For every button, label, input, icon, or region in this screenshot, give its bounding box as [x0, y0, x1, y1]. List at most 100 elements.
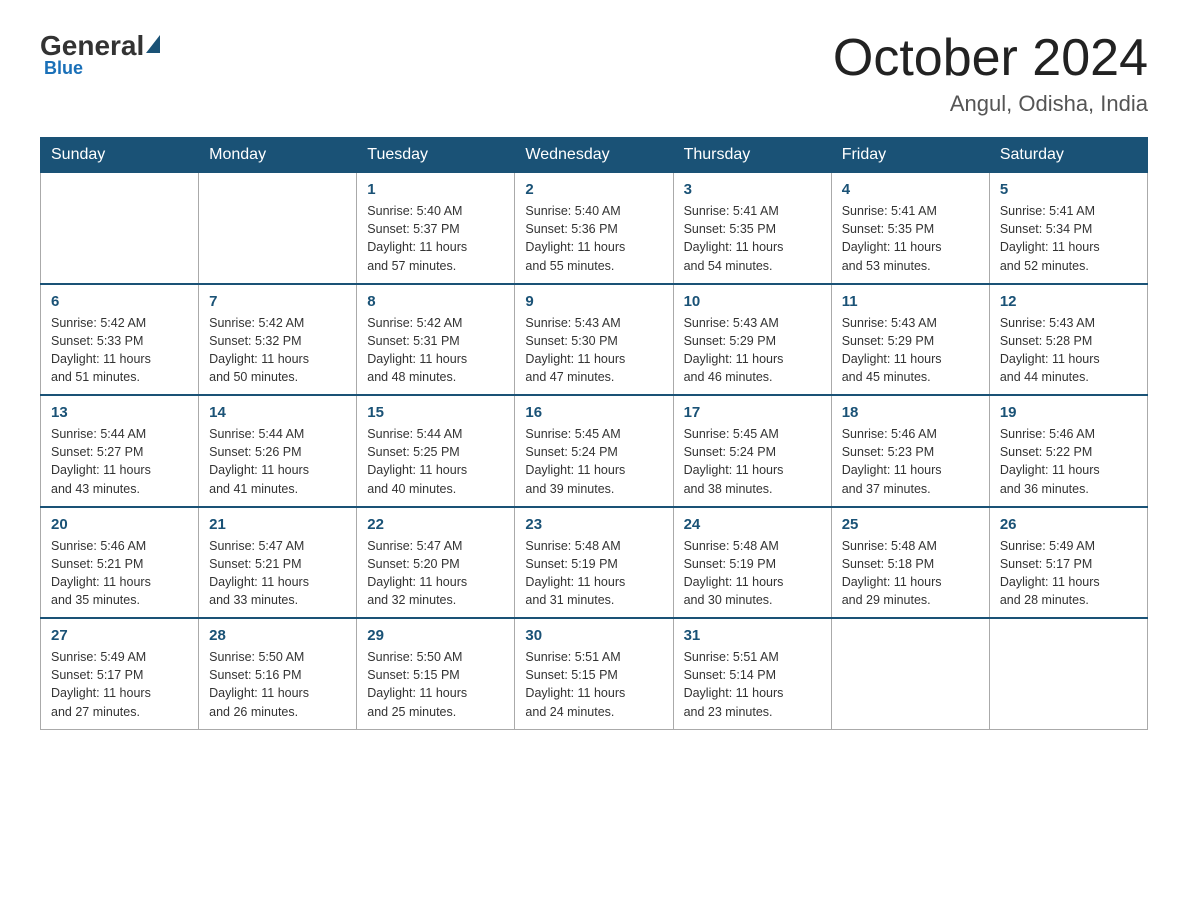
day-info: Sunrise: 5:50 AMSunset: 5:15 PMDaylight:…: [367, 650, 467, 718]
calendar-day-cell: [41, 173, 199, 284]
day-number: 18: [842, 404, 979, 421]
weekday-header-thursday: Thursday: [673, 138, 831, 173]
day-info: Sunrise: 5:44 AMSunset: 5:26 PMDaylight:…: [209, 427, 309, 495]
calendar-day-cell: 8 Sunrise: 5:42 AMSunset: 5:31 PMDaylight…: [357, 284, 515, 396]
day-number: 21: [209, 516, 346, 533]
day-number: 8: [367, 293, 504, 310]
weekday-header-tuesday: Tuesday: [357, 138, 515, 173]
calendar-day-cell: 28 Sunrise: 5:50 AMSunset: 5:16 PMDayligh…: [199, 618, 357, 729]
day-info: Sunrise: 5:51 AMSunset: 5:15 PMDaylight:…: [525, 650, 625, 718]
weekday-header-saturday: Saturday: [989, 138, 1147, 173]
day-info: Sunrise: 5:44 AMSunset: 5:27 PMDaylight:…: [51, 427, 151, 495]
day-info: Sunrise: 5:42 AMSunset: 5:32 PMDaylight:…: [209, 316, 309, 384]
calendar-day-cell: 1 Sunrise: 5:40 AMSunset: 5:37 PMDaylight…: [357, 173, 515, 284]
calendar-day-cell: [831, 618, 989, 729]
day-number: 6: [51, 293, 188, 310]
day-number: 5: [1000, 181, 1137, 198]
calendar-day-cell: 18 Sunrise: 5:46 AMSunset: 5:23 PMDayligh…: [831, 395, 989, 507]
calendar-day-cell: [989, 618, 1147, 729]
calendar-day-cell: 13 Sunrise: 5:44 AMSunset: 5:27 PMDayligh…: [41, 395, 199, 507]
day-info: Sunrise: 5:50 AMSunset: 5:16 PMDaylight:…: [209, 650, 309, 718]
logo-blue-text: Blue: [44, 58, 162, 79]
calendar-day-cell: 22 Sunrise: 5:47 AMSunset: 5:20 PMDayligh…: [357, 507, 515, 619]
logo: General Blue: [40, 30, 162, 79]
day-info: Sunrise: 5:46 AMSunset: 5:22 PMDaylight:…: [1000, 427, 1100, 495]
day-info: Sunrise: 5:47 AMSunset: 5:21 PMDaylight:…: [209, 539, 309, 607]
day-info: Sunrise: 5:41 AMSunset: 5:34 PMDaylight:…: [1000, 204, 1100, 272]
day-info: Sunrise: 5:48 AMSunset: 5:19 PMDaylight:…: [525, 539, 625, 607]
calendar-day-cell: 15 Sunrise: 5:44 AMSunset: 5:25 PMDayligh…: [357, 395, 515, 507]
day-info: Sunrise: 5:47 AMSunset: 5:20 PMDaylight:…: [367, 539, 467, 607]
day-number: 14: [209, 404, 346, 421]
calendar-day-cell: 12 Sunrise: 5:43 AMSunset: 5:28 PMDayligh…: [989, 284, 1147, 396]
day-info: Sunrise: 5:41 AMSunset: 5:35 PMDaylight:…: [842, 204, 942, 272]
calendar-day-cell: 17 Sunrise: 5:45 AMSunset: 5:24 PMDayligh…: [673, 395, 831, 507]
day-number: 1: [367, 181, 504, 198]
calendar-day-cell: 4 Sunrise: 5:41 AMSunset: 5:35 PMDaylight…: [831, 173, 989, 284]
day-number: 11: [842, 293, 979, 310]
calendar-day-cell: 16 Sunrise: 5:45 AMSunset: 5:24 PMDayligh…: [515, 395, 673, 507]
weekday-header-monday: Monday: [199, 138, 357, 173]
day-number: 17: [684, 404, 821, 421]
day-number: 2: [525, 181, 662, 198]
day-number: 13: [51, 404, 188, 421]
day-number: 24: [684, 516, 821, 533]
calendar-day-cell: 31Sunrise: 5:51 AMSunset: 5:14 PMDayligh…: [673, 618, 831, 729]
day-number: 29: [367, 627, 504, 644]
day-info: Sunrise: 5:43 AMSunset: 5:30 PMDaylight:…: [525, 316, 625, 384]
day-info: Sunrise: 5:42 AMSunset: 5:33 PMDaylight:…: [51, 316, 151, 384]
day-info: Sunrise: 5:42 AMSunset: 5:31 PMDaylight:…: [367, 316, 467, 384]
month-title: October 2024: [833, 30, 1148, 87]
day-info: Sunrise: 5:44 AMSunset: 5:25 PMDaylight:…: [367, 427, 467, 495]
day-info: Sunrise: 5:43 AMSunset: 5:29 PMDaylight:…: [684, 316, 784, 384]
day-number: 23: [525, 516, 662, 533]
day-info: Sunrise: 5:48 AMSunset: 5:19 PMDaylight:…: [684, 539, 784, 607]
calendar-week-row: 1 Sunrise: 5:40 AMSunset: 5:37 PMDaylight…: [41, 173, 1148, 284]
calendar-day-cell: 5 Sunrise: 5:41 AMSunset: 5:34 PMDaylight…: [989, 173, 1147, 284]
calendar-day-cell: 30 Sunrise: 5:51 AMSunset: 5:15 PMDayligh…: [515, 618, 673, 729]
page-header: General Blue October 2024 Angul, Odisha,…: [40, 30, 1148, 117]
calendar-day-cell: 29 Sunrise: 5:50 AMSunset: 5:15 PMDayligh…: [357, 618, 515, 729]
day-number: 20: [51, 516, 188, 533]
day-number: 16: [525, 404, 662, 421]
calendar-day-cell: 9 Sunrise: 5:43 AMSunset: 5:30 PMDaylight…: [515, 284, 673, 396]
calendar-day-cell: 21 Sunrise: 5:47 AMSunset: 5:21 PMDayligh…: [199, 507, 357, 619]
calendar-day-cell: 27Sunrise: 5:49 AMSunset: 5:17 PMDayligh…: [41, 618, 199, 729]
calendar-day-cell: 25 Sunrise: 5:48 AMSunset: 5:18 PMDayligh…: [831, 507, 989, 619]
calendar-day-cell: 19 Sunrise: 5:46 AMSunset: 5:22 PMDayligh…: [989, 395, 1147, 507]
calendar-day-cell: 7Sunrise: 5:42 AMSunset: 5:32 PMDaylight…: [199, 284, 357, 396]
calendar-day-cell: 2 Sunrise: 5:40 AMSunset: 5:36 PMDaylight…: [515, 173, 673, 284]
day-number: 4: [842, 181, 979, 198]
calendar-day-cell: 24 Sunrise: 5:48 AMSunset: 5:19 PMDayligh…: [673, 507, 831, 619]
calendar-week-row: 6 Sunrise: 5:42 AMSunset: 5:33 PMDaylight…: [41, 284, 1148, 396]
day-info: Sunrise: 5:46 AMSunset: 5:23 PMDaylight:…: [842, 427, 942, 495]
day-info: Sunrise: 5:43 AMSunset: 5:29 PMDaylight:…: [842, 316, 942, 384]
day-info: Sunrise: 5:51 AMSunset: 5:14 PMDaylight:…: [684, 650, 784, 718]
day-info: Sunrise: 5:40 AMSunset: 5:36 PMDaylight:…: [525, 204, 625, 272]
day-number: 12: [1000, 293, 1137, 310]
weekday-header-wednesday: Wednesday: [515, 138, 673, 173]
calendar-week-row: 20Sunrise: 5:46 AMSunset: 5:21 PMDayligh…: [41, 507, 1148, 619]
day-number: 30: [525, 627, 662, 644]
day-info: Sunrise: 5:40 AMSunset: 5:37 PMDaylight:…: [367, 204, 467, 272]
calendar-day-cell: 20Sunrise: 5:46 AMSunset: 5:21 PMDayligh…: [41, 507, 199, 619]
day-info: Sunrise: 5:41 AMSunset: 5:35 PMDaylight:…: [684, 204, 784, 272]
day-number: 19: [1000, 404, 1137, 421]
calendar-table: SundayMondayTuesdayWednesdayThursdayFrid…: [40, 137, 1148, 730]
day-number: 22: [367, 516, 504, 533]
calendar-day-cell: 26Sunrise: 5:49 AMSunset: 5:17 PMDayligh…: [989, 507, 1147, 619]
day-info: Sunrise: 5:45 AMSunset: 5:24 PMDaylight:…: [525, 427, 625, 495]
day-info: Sunrise: 5:43 AMSunset: 5:28 PMDaylight:…: [1000, 316, 1100, 384]
calendar-day-cell: 6 Sunrise: 5:42 AMSunset: 5:33 PMDaylight…: [41, 284, 199, 396]
day-number: 9: [525, 293, 662, 310]
day-number: 15: [367, 404, 504, 421]
day-info: Sunrise: 5:45 AMSunset: 5:24 PMDaylight:…: [684, 427, 784, 495]
weekday-header-row: SundayMondayTuesdayWednesdayThursdayFrid…: [41, 138, 1148, 173]
day-number: 28: [209, 627, 346, 644]
day-number: 25: [842, 516, 979, 533]
logo-triangle-icon: [146, 35, 160, 53]
day-info: Sunrise: 5:49 AMSunset: 5:17 PMDaylight:…: [51, 650, 151, 718]
location-title: Angul, Odisha, India: [833, 91, 1148, 117]
title-area: October 2024 Angul, Odisha, India: [833, 30, 1148, 117]
day-info: Sunrise: 5:48 AMSunset: 5:18 PMDaylight:…: [842, 539, 942, 607]
